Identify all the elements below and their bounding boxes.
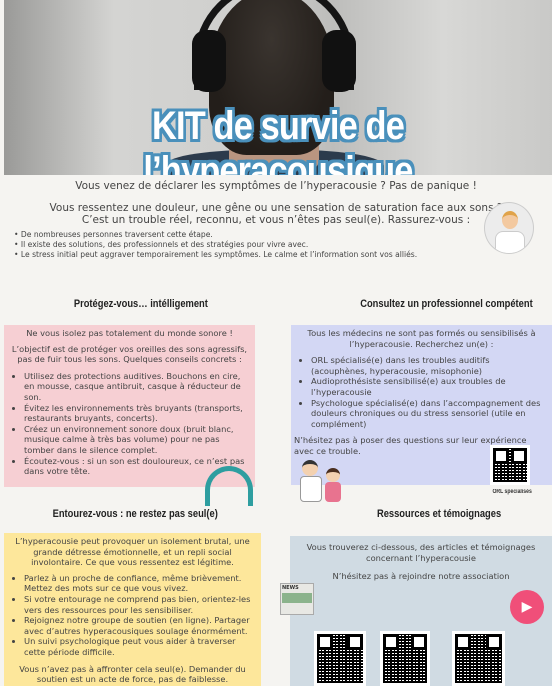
resources-lead: Vous trouverez ci-dessous, des articles … [306, 542, 536, 563]
play-icon: ▶ [521, 599, 533, 615]
headphones-illustration [205, 466, 253, 506]
list-item: Il existe des solutions, des professionn… [14, 240, 552, 250]
newspaper-icon: NEWS [280, 583, 314, 615]
page-title: KIT de survie de l’hyperacousique [143, 104, 413, 175]
consult-heading: Consultez un professionnel compétent [360, 298, 533, 310]
support-footer: Vous n’avez pas à affronter cela seul(e)… [19, 663, 246, 685]
list-item: De nombreuses personnes traversent cette… [14, 230, 552, 240]
play-video-button[interactable]: ▶ [510, 590, 544, 624]
protect-lead: Ne vous isolez pas totalement du monde s… [26, 328, 233, 338]
resources-join: N’hésitez pas à rejoindre notre associat… [332, 571, 510, 582]
support-lead: L’hyperacousie peut provoquer un isoleme… [15, 536, 250, 568]
list-item: Un suivi psychologique peut vous aider à… [24, 636, 255, 657]
news-label: NEWS [282, 585, 299, 591]
list-item: Parlez à un proche de confiance, même br… [24, 573, 255, 594]
intro-line-2: Vous ressentez une douleur, une gêne ou … [49, 202, 503, 214]
list-item: Psychologue spécialisé(e) dans l’accompa… [311, 398, 546, 430]
protect-heading: Protégez-vous… intélligement [73, 298, 208, 310]
support-box: L’hyperacousie peut provoquer un isoleme… [4, 533, 261, 686]
headphone-left [192, 30, 226, 92]
qr-label-orl: ORL spécialisés [492, 489, 532, 495]
qr-code-2[interactable] [380, 631, 430, 686]
intro-list: De nombreuses personnes traversent cette… [14, 230, 552, 260]
protect-box: Ne vous isolez pas totalement du monde s… [4, 325, 255, 487]
resources-heading: Ressources et témoignages [376, 508, 502, 520]
qr-code-1[interactable] [314, 631, 366, 686]
protect-text: L’objectif est de protéger vos oreilles … [11, 343, 248, 365]
list-item: Créez un environnement sonore doux (brui… [24, 424, 249, 456]
protect-list: Utilisez des protections auditives. Bouc… [24, 371, 249, 477]
intro-line-3: C’est un trouble réel, reconnu, et vous … [81, 214, 471, 226]
list-item: Utilisez des protections auditives. Bouc… [24, 371, 249, 403]
headphone-right [322, 30, 356, 92]
consult-list: ORL spécialisé(e) dans les troubles audi… [311, 355, 546, 429]
intro-section: Vous venez de déclarer les symptômes de … [0, 180, 552, 260]
list-item: ORL spécialisé(e) dans les troubles audi… [311, 355, 546, 376]
qr-code-3[interactable] [452, 631, 505, 686]
doctor-patient-illustration [300, 458, 346, 504]
thinking-person-illustration [484, 202, 534, 254]
header-banner: KIT de survie de l’hyperacousique [4, 0, 552, 175]
intro-line-1: Vous venez de déclarer les symptômes de … [75, 180, 477, 192]
qr-code-orl[interactable] [490, 445, 530, 485]
list-item: Rejoignez notre groupe de soutien (en li… [24, 615, 255, 636]
list-item: Le stress initial peut aggraver temporai… [14, 250, 552, 260]
consult-lead: Tous les médecins ne sont pas formés ou … [307, 328, 536, 349]
list-item: Audioprothésiste sensibilisé(e) aux trou… [311, 376, 546, 397]
support-list: Parlez à un proche de confiance, même br… [24, 573, 255, 658]
support-heading: Entourez-vous : ne restez pas seul(e) [52, 508, 218, 520]
list-item: Évitez les environnements très bruyants … [24, 403, 249, 424]
list-item: Si votre entourage ne comprend pas bien,… [24, 594, 255, 615]
